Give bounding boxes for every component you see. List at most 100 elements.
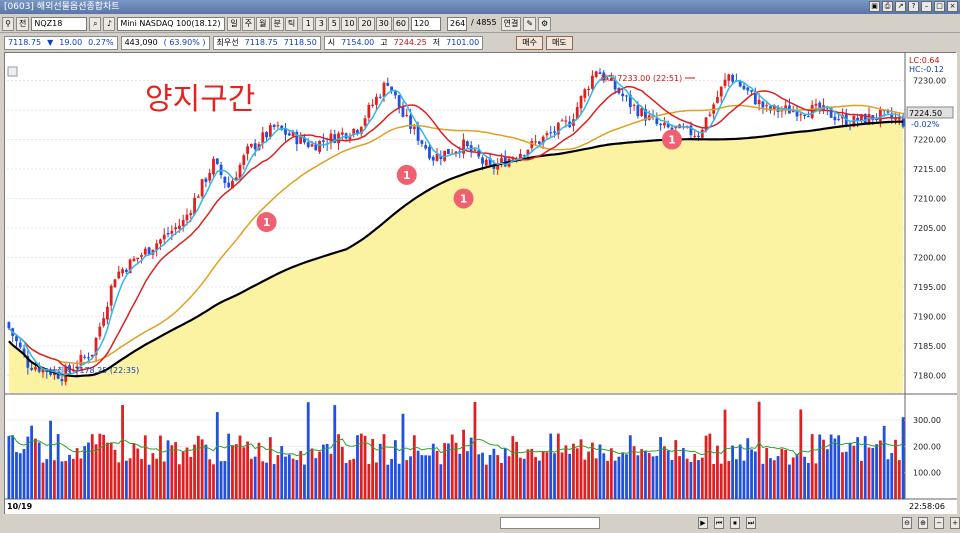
- chart-scrollbar[interactable]: [500, 517, 600, 529]
- interval-button-1[interactable]: 1: [302, 16, 315, 31]
- volume-bar: [556, 433, 560, 499]
- chart-area[interactable]: 7230.007225.007220.007215.007210.007205.…: [4, 52, 957, 515]
- volume-bar: [318, 451, 321, 499]
- interval-button-60[interactable]: 60: [392, 16, 409, 31]
- volume-bar: [454, 442, 458, 499]
- candle-body: [113, 279, 117, 288]
- volume-bar: [117, 462, 121, 499]
- candle-body: [537, 141, 541, 144]
- window-button-4[interactable]: –: [921, 1, 932, 12]
- candle-body: [363, 118, 367, 126]
- period-button-3[interactable]: 분: [270, 16, 284, 31]
- volume-bar: [477, 454, 481, 499]
- nav-control-6[interactable]: −: [934, 517, 944, 529]
- volume-bar: [257, 442, 261, 499]
- candle-body: [428, 146, 431, 159]
- candle-body: [670, 127, 674, 130]
- search-icon[interactable]: ⌕: [89, 16, 102, 31]
- volume-bar: [231, 445, 234, 499]
- symbol-code-input[interactable]: NQZ18: [31, 16, 88, 31]
- volume-bar: [746, 438, 750, 499]
- volume-bar: [659, 437, 663, 499]
- speaker-icon[interactable]: ♪: [103, 16, 116, 31]
- volume-bar: [511, 436, 515, 499]
- period-button-2[interactable]: 월: [256, 16, 270, 31]
- change-pct: 0.27%: [88, 38, 114, 47]
- period-button-1[interactable]: 주: [241, 16, 256, 31]
- volume-bar: [128, 458, 132, 499]
- candle-body: [340, 132, 344, 135]
- volume-bar: [219, 461, 223, 499]
- buy-button[interactable]: 매수: [516, 36, 543, 50]
- interval-group: 1 3 5 10 20 30 60: [302, 16, 409, 31]
- candle-body: [143, 248, 147, 255]
- volume-bar: [106, 442, 109, 499]
- candle-body: [136, 257, 140, 260]
- settings-gear-icon[interactable]: ⚙: [538, 16, 552, 31]
- volume-bar: [132, 443, 136, 499]
- candle-body: [409, 115, 412, 129]
- interval-button-20[interactable]: 20: [358, 16, 375, 31]
- pin-icon[interactable]: ⚲: [2, 16, 14, 31]
- window-button-5[interactable]: □: [934, 1, 945, 12]
- volume-bar: [155, 458, 159, 499]
- window-button-6[interactable]: ×: [947, 1, 958, 12]
- candle-body: [742, 85, 746, 90]
- interval-count-select[interactable]: 120: [411, 16, 441, 31]
- nav-control-4[interactable]: ⊖: [902, 517, 912, 529]
- candle-body: [375, 96, 378, 105]
- nav-control-7[interactable]: +: [950, 517, 960, 529]
- volume-bar: [803, 456, 806, 499]
- volume-bar: [757, 401, 761, 499]
- interval-button-3[interactable]: 3: [315, 16, 328, 31]
- window-button-1[interactable]: ⎙: [882, 1, 893, 12]
- period-button-0[interactable]: 일: [227, 16, 241, 31]
- sell-button[interactable]: 매도: [545, 36, 573, 50]
- interval-button-5[interactable]: 5: [328, 16, 341, 31]
- bottom-navigation: ▶⏮⏹⏭⊖⊕−+A: [0, 514, 960, 533]
- candle-body: [594, 71, 598, 77]
- nav-control-3[interactable]: ⏭: [746, 517, 756, 529]
- last-price: 7118.75: [8, 38, 42, 47]
- interval-button-30[interactable]: 30: [375, 16, 392, 31]
- volume-bar: [526, 449, 530, 499]
- candle-body: [625, 95, 628, 97]
- volume-bar: [541, 450, 545, 499]
- volume-bar: [52, 460, 56, 499]
- volume-bar: [867, 447, 871, 499]
- volume-bar: [246, 441, 250, 499]
- volume-bar: [697, 460, 700, 499]
- volume-bar: [26, 436, 30, 499]
- open-value: 7154.00: [341, 38, 375, 47]
- time-label: 22:58:06: [909, 502, 945, 511]
- candle-body: [109, 285, 113, 306]
- volume-bar: [719, 463, 723, 499]
- link-button[interactable]: 연결: [500, 16, 522, 31]
- price-tick-label: 7185.00: [913, 342, 946, 351]
- volume-bar: [856, 437, 860, 499]
- window-button-2[interactable]: ↗: [895, 1, 906, 12]
- window-button-3[interactable]: ?: [908, 1, 919, 12]
- chart-tool-icon[interactable]: ✎: [523, 16, 537, 31]
- candle-body: [208, 172, 212, 181]
- price-tick-label: 7180.00: [913, 371, 946, 380]
- volume-bar: [337, 434, 340, 499]
- nav-control-0[interactable]: ▶: [698, 517, 708, 529]
- period-button-4[interactable]: 틱: [284, 16, 299, 31]
- volume-bar: [367, 463, 371, 499]
- window-button-0[interactable]: ▣: [869, 1, 880, 12]
- nav-control-5[interactable]: ⊕: [918, 517, 928, 529]
- volume-bar: [716, 445, 719, 499]
- volume-bar: [280, 446, 284, 499]
- volume-bar: [545, 452, 549, 499]
- interval-button-10[interactable]: 10: [341, 16, 358, 31]
- visible-count-input[interactable]: 264: [447, 16, 467, 31]
- price-tick-label: 7220.00: [913, 136, 946, 145]
- candle-body: [249, 144, 253, 147]
- volume-bar: [189, 456, 193, 499]
- nav-control-2[interactable]: ⏹: [730, 517, 740, 529]
- candle-body: [121, 269, 124, 274]
- volume-bar: [276, 455, 280, 499]
- nav-control-1[interactable]: ⏮: [714, 517, 724, 529]
- prefix-button[interactable]: 전: [16, 16, 30, 31]
